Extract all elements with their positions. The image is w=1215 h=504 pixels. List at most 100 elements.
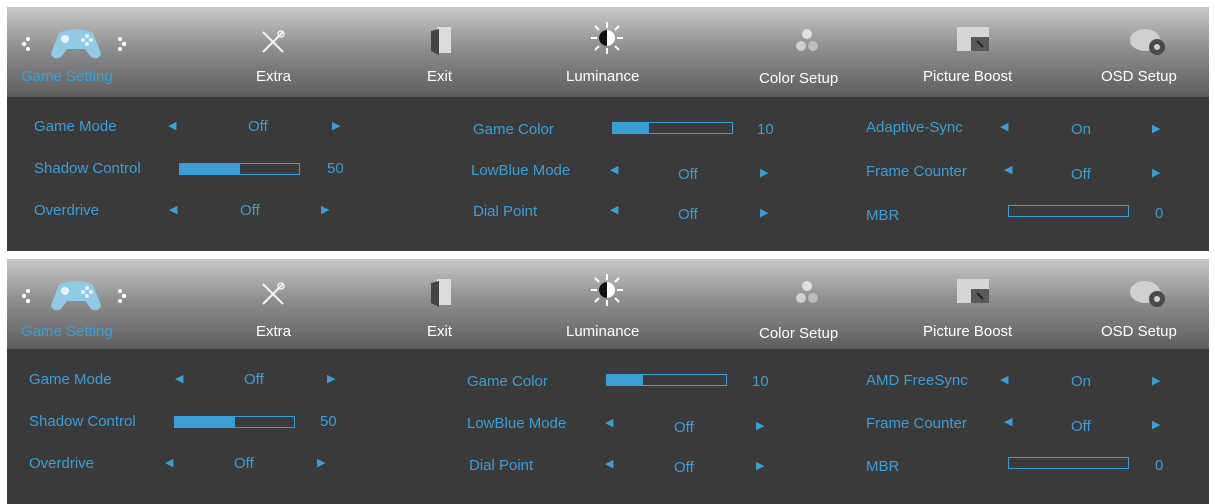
arrow-right-icon[interactable]: ▶ xyxy=(317,458,325,469)
arrow-left-icon[interactable]: ◀ xyxy=(168,121,176,132)
setting-value: Off xyxy=(674,459,694,476)
arrow-left-icon[interactable]: ◀ xyxy=(605,418,613,429)
tab-label: Color Setup xyxy=(759,325,839,342)
mbr-slider[interactable] xyxy=(1008,457,1129,469)
tab-label: Luminance xyxy=(566,323,640,340)
tab-osd-setup[interactable]: OSD Setup xyxy=(1097,7,1197,97)
tab-extra[interactable]: Extra xyxy=(242,259,302,349)
arrow-right-icon[interactable]: ▶ xyxy=(1152,420,1160,431)
arrow-right-icon[interactable]: ▶ xyxy=(332,121,340,132)
setting-label: Frame Counter xyxy=(866,163,967,180)
setting-label: MBR xyxy=(866,207,900,224)
setting-label: Frame Counter xyxy=(866,415,967,432)
osd-menu-panel-freesync: Game Setting Extra Exit Luminance Color … xyxy=(7,259,1209,504)
tab-color-setup[interactable]: Color Setup xyxy=(757,259,857,349)
tab-color-setup[interactable]: Color Setup xyxy=(757,7,857,97)
color-dots-icon xyxy=(795,27,819,55)
setting-value: Off xyxy=(674,419,694,436)
tab-label: OSD Setup xyxy=(1101,323,1177,340)
chevron-right-icon[interactable] xyxy=(117,289,127,303)
chevron-left-icon[interactable] xyxy=(21,289,31,303)
setting-value: Off xyxy=(244,371,264,388)
game-color-slider[interactable] xyxy=(606,374,727,386)
shadow-control-slider[interactable] xyxy=(179,163,300,175)
setting-value: On xyxy=(1071,373,1092,390)
arrow-left-icon[interactable]: ◀ xyxy=(1000,122,1008,133)
setting-value: Off xyxy=(240,202,260,219)
setting-label: Dial Point xyxy=(469,457,534,474)
arrow-right-icon[interactable]: ▶ xyxy=(1152,124,1160,135)
setting-value: 10 xyxy=(752,373,769,390)
setting-label: Shadow Control xyxy=(34,160,141,177)
game-color-slider[interactable] xyxy=(612,122,733,134)
chevron-right-icon[interactable] xyxy=(117,37,127,51)
arrow-left-icon[interactable]: ◀ xyxy=(169,205,177,216)
setting-value: 50 xyxy=(327,160,344,177)
tab-picture-boost[interactable]: Picture Boost xyxy=(917,259,1027,349)
mbr-slider[interactable] xyxy=(1008,205,1129,217)
osd-gear-icon xyxy=(1127,277,1167,311)
tab-luminance[interactable]: Luminance xyxy=(562,259,652,349)
setting-value: 0 xyxy=(1155,205,1164,222)
exit-door-icon xyxy=(429,277,455,307)
sun-icon xyxy=(590,273,624,307)
arrow-right-icon[interactable]: ▶ xyxy=(1152,168,1160,179)
shadow-control-slider[interactable] xyxy=(174,416,295,428)
setting-label: Game Mode xyxy=(34,118,117,135)
setting-label: Game Color xyxy=(473,121,554,138)
tab-game-setting[interactable]: Game Setting xyxy=(7,259,147,349)
arrow-left-icon[interactable]: ◀ xyxy=(165,458,173,469)
osd-tab-bar: Game Setting Extra Exit Luminance Color … xyxy=(7,7,1209,97)
arrow-left-icon[interactable]: ◀ xyxy=(1004,165,1012,176)
arrow-left-icon[interactable]: ◀ xyxy=(175,374,183,385)
tab-game-setting[interactable]: Game Setting xyxy=(7,7,147,97)
tab-label: Picture Boost xyxy=(923,323,1013,340)
setting-value: Off xyxy=(234,455,254,472)
arrow-left-icon[interactable]: ◀ xyxy=(1004,417,1012,428)
arrow-right-icon[interactable]: ▶ xyxy=(760,208,768,219)
arrow-right-icon[interactable]: ▶ xyxy=(321,205,329,216)
tab-exit[interactable]: Exit xyxy=(417,7,467,97)
tools-icon xyxy=(260,29,286,55)
setting-label: Game Mode xyxy=(29,371,112,388)
tab-label: Extra xyxy=(256,68,292,85)
tab-label: Exit xyxy=(427,68,453,85)
setting-value: Off xyxy=(678,166,698,183)
tab-extra[interactable]: Extra xyxy=(242,7,302,97)
arrow-left-icon[interactable]: ◀ xyxy=(605,459,613,470)
arrow-left-icon[interactable]: ◀ xyxy=(610,205,618,216)
setting-label: AMD FreeSync xyxy=(866,372,968,389)
gamepad-icon xyxy=(49,277,103,313)
picture-boost-icon xyxy=(957,279,989,303)
tab-luminance[interactable]: Luminance xyxy=(562,7,652,97)
arrow-left-icon[interactable]: ◀ xyxy=(1000,375,1008,386)
tab-label: OSD Setup xyxy=(1101,68,1177,85)
setting-label: Overdrive xyxy=(29,455,95,472)
setting-label: LowBlue Mode xyxy=(471,162,571,179)
setting-value: Off xyxy=(1071,166,1091,183)
arrow-right-icon[interactable]: ▶ xyxy=(327,374,335,385)
osd-tab-bar: Game Setting Extra Exit Luminance Color … xyxy=(7,259,1209,349)
osd-menu-panel-adaptive-sync: Game Setting Extra Exit Luminance Color … xyxy=(7,7,1209,251)
chevron-left-icon[interactable] xyxy=(21,37,31,51)
arrow-right-icon[interactable]: ▶ xyxy=(756,461,764,472)
picture-boost-icon xyxy=(957,27,989,51)
arrow-right-icon[interactable]: ▶ xyxy=(1152,376,1160,387)
tab-label: Extra xyxy=(256,323,292,340)
tab-picture-boost[interactable]: Picture Boost xyxy=(917,7,1027,97)
tab-exit[interactable]: Exit xyxy=(417,259,467,349)
game-setting-content: Game Mode ◀ Off ▶ Shadow Control 50 Over… xyxy=(7,349,1209,504)
setting-label: Adaptive-Sync xyxy=(866,119,963,136)
arrow-left-icon[interactable]: ◀ xyxy=(610,165,618,176)
arrow-right-icon[interactable]: ▶ xyxy=(756,421,764,432)
setting-label: MBR xyxy=(866,458,900,475)
sun-icon xyxy=(590,21,624,55)
tab-label: Color Setup xyxy=(759,70,839,87)
setting-label: Shadow Control xyxy=(29,413,136,430)
tools-icon xyxy=(260,281,286,307)
osd-gear-icon xyxy=(1127,25,1167,59)
tab-label: Picture Boost xyxy=(923,68,1013,85)
arrow-right-icon[interactable]: ▶ xyxy=(760,168,768,179)
setting-value: 10 xyxy=(757,121,774,138)
tab-osd-setup[interactable]: OSD Setup xyxy=(1097,259,1197,349)
